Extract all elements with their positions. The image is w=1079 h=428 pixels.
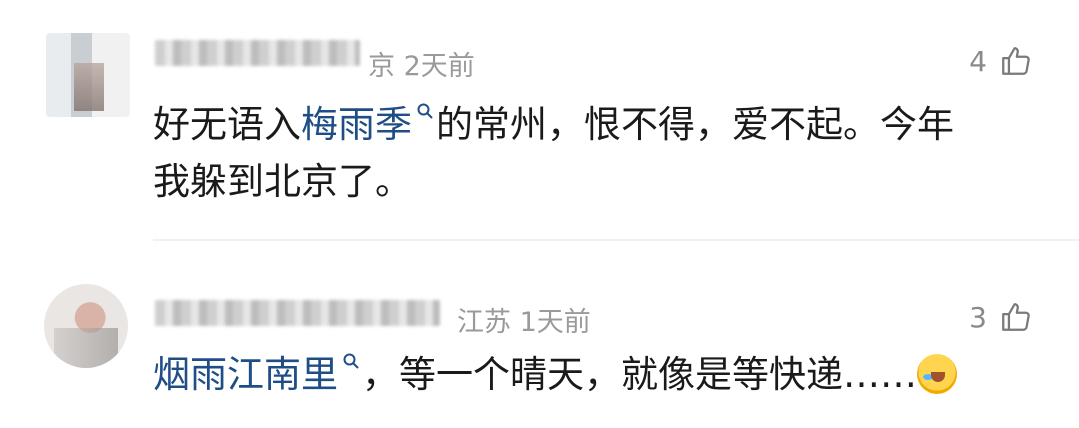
comment-text-part: 的常州，恨不得，爱不起。今年 xyxy=(436,103,954,146)
search-icon xyxy=(417,103,433,119)
comment-2: 江苏 1天前 3 烟雨江南里 ，等一个晴天，就像是等快递…… xyxy=(0,242,1079,428)
blurred-username[interactable] xyxy=(155,300,440,326)
comment-1: 京 2天前 4 好无语入梅雨季 的常州，恨不得，爱不起。今年 我躲到北京了。 xyxy=(0,0,1079,240)
search-icon xyxy=(343,353,359,369)
topic-link[interactable]: 梅雨季 xyxy=(301,103,412,146)
comment-text-part: 我躲到北京了。 xyxy=(153,160,412,203)
laughing-crying-emoji-icon xyxy=(917,353,957,394)
like-button[interactable]: 3 xyxy=(969,300,1033,334)
like-count: 4 xyxy=(969,44,987,78)
thumbs-up-icon xyxy=(1002,303,1030,331)
topic-link[interactable]: 烟雨江南里 xyxy=(153,353,338,396)
comment-text: 好无语入梅雨季 的常州，恨不得，爱不起。今年 我躲到北京了。 xyxy=(153,96,1053,210)
avatar[interactable] xyxy=(44,284,128,368)
comment-text-part: ，等一个晴天，就像是等快递…… xyxy=(362,353,917,396)
comment-meta: 京 2天前 xyxy=(368,51,475,82)
divider xyxy=(153,239,1079,241)
comment-meta: 江苏 1天前 xyxy=(457,307,591,338)
comment-text: 烟雨江南里 ，等一个晴天，就像是等快递…… xyxy=(153,346,1053,403)
like-button[interactable]: 4 xyxy=(969,44,1033,78)
like-count: 3 xyxy=(969,300,987,334)
thumbs-up-icon xyxy=(1002,47,1030,75)
comment-text-part: 好无语入 xyxy=(153,103,301,146)
blurred-username[interactable] xyxy=(155,40,360,66)
avatar[interactable] xyxy=(46,33,130,117)
